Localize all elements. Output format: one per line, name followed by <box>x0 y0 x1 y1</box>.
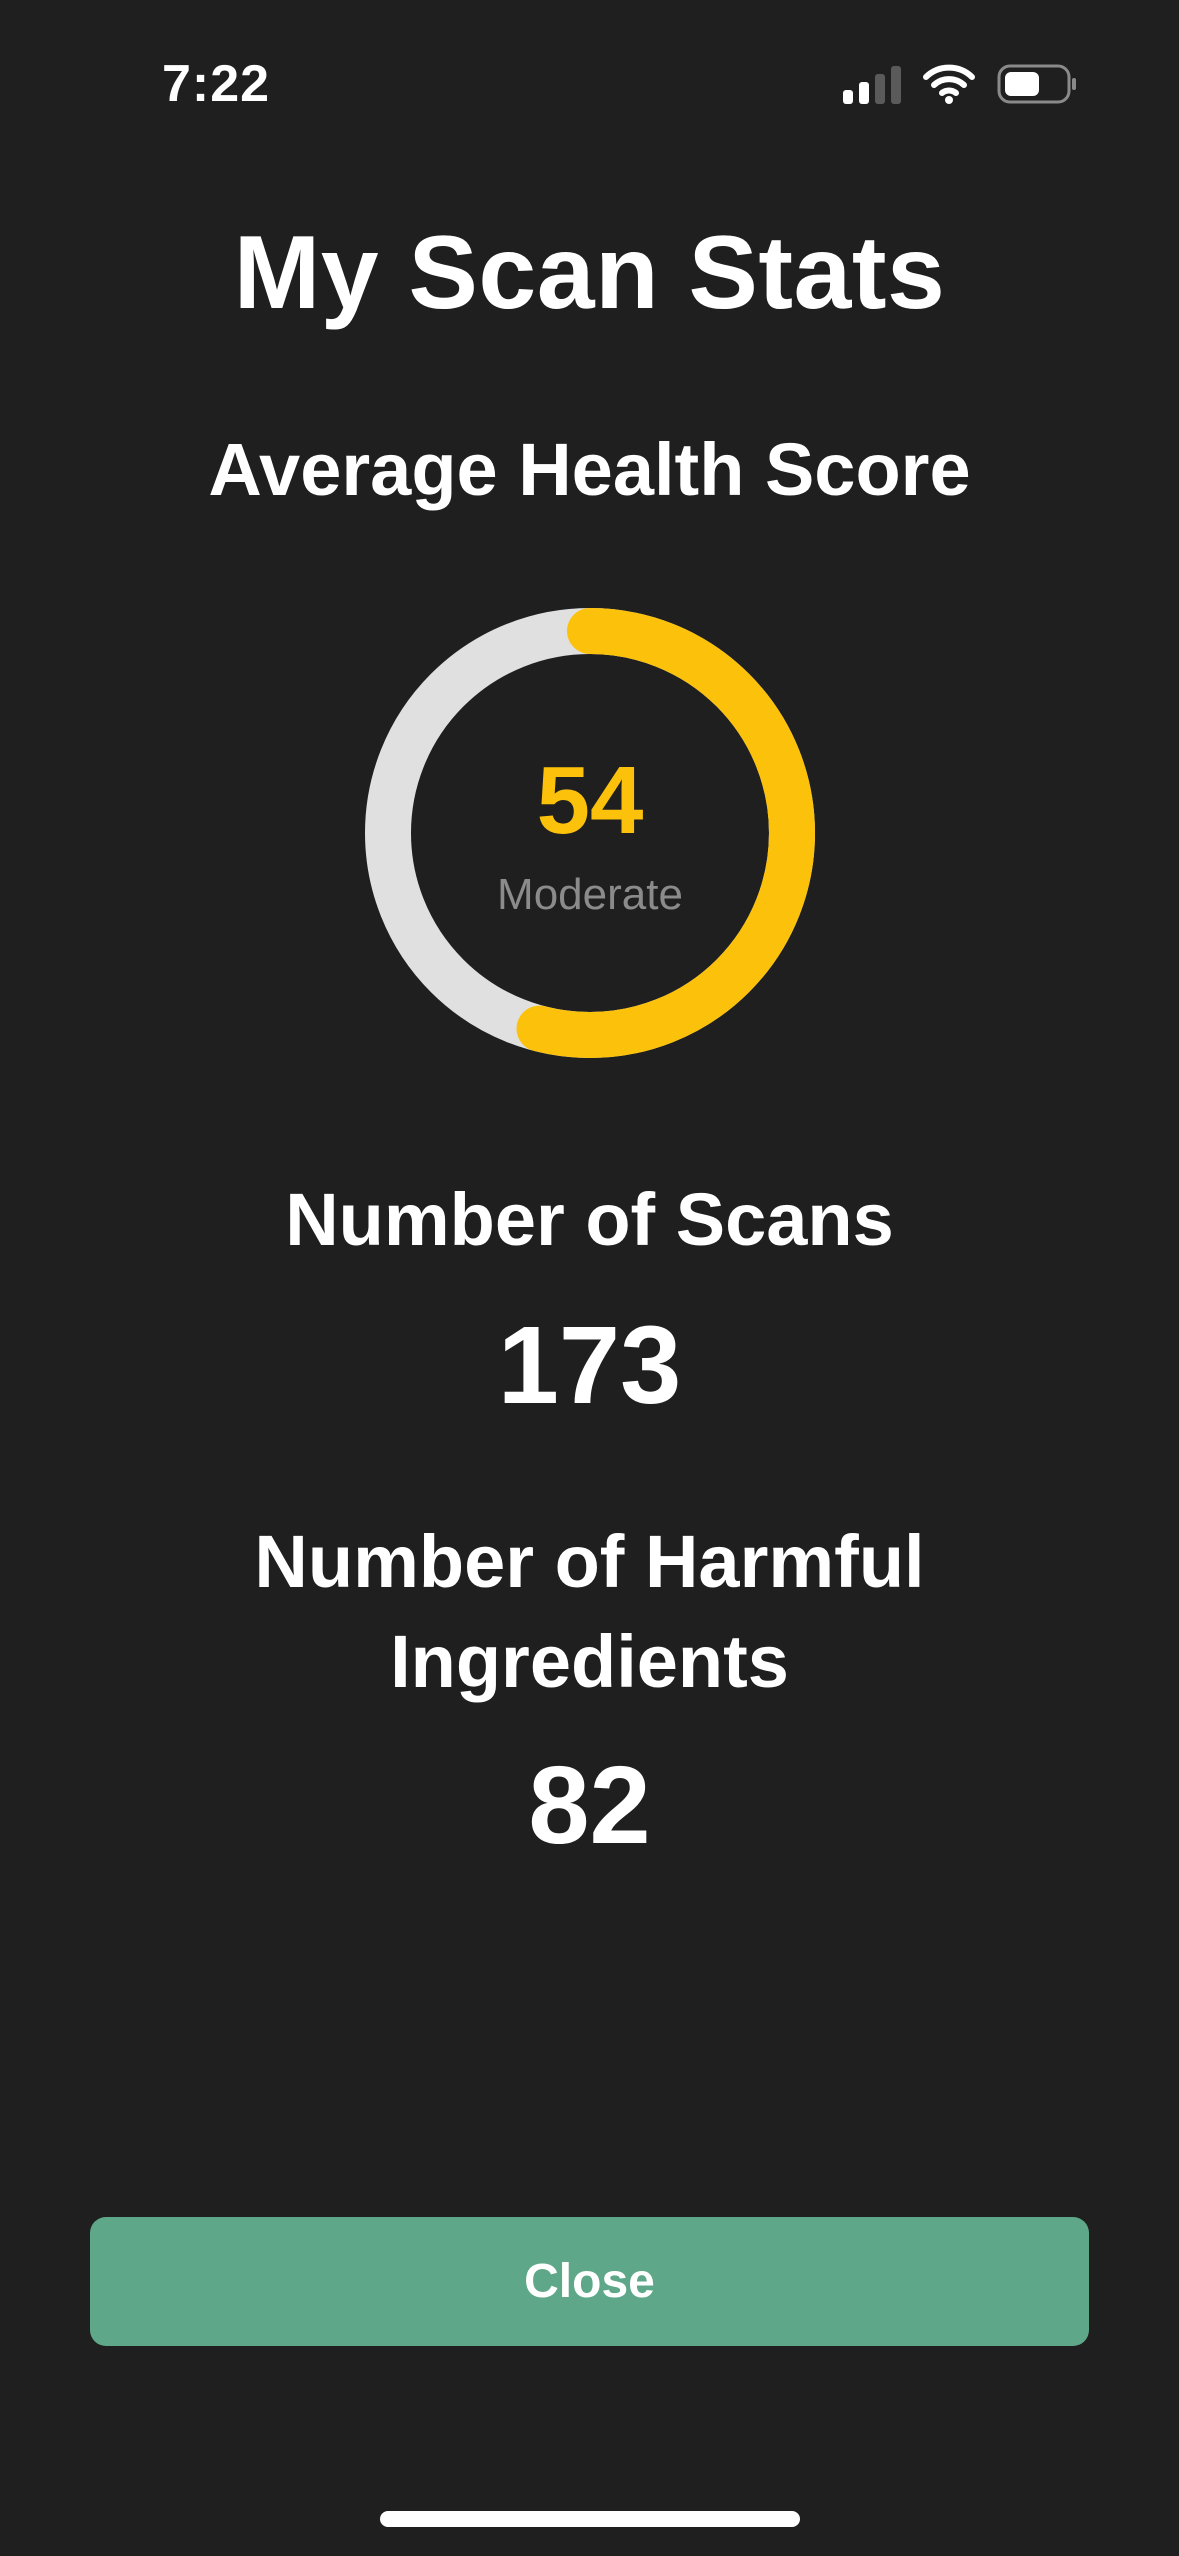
harmful-heading-line1: Number of Harmful <box>254 1520 925 1603</box>
home-indicator[interactable] <box>380 2511 800 2527</box>
health-score-heading: Average Health Score <box>208 428 971 511</box>
status-icons <box>843 64 1079 104</box>
health-score-ring: 54 Moderate <box>365 608 815 1058</box>
status-time: 7:22 <box>162 55 271 113</box>
signal-icon <box>843 64 901 104</box>
close-button[interactable]: Close <box>90 2217 1089 2346</box>
harmful-count: 82 <box>528 1744 651 1867</box>
wifi-icon <box>923 64 975 104</box>
harmful-heading-line2: Ingredients <box>390 1620 789 1703</box>
status-bar: 7:22 <box>0 0 1179 170</box>
page-title: My Scan Stats <box>233 215 946 331</box>
scans-count: 173 <box>497 1304 682 1427</box>
battery-icon <box>997 64 1079 104</box>
scans-heading: Number of Scans <box>285 1178 894 1261</box>
health-score-value: 54 <box>536 747 644 854</box>
health-score-label: Moderate <box>497 870 683 919</box>
